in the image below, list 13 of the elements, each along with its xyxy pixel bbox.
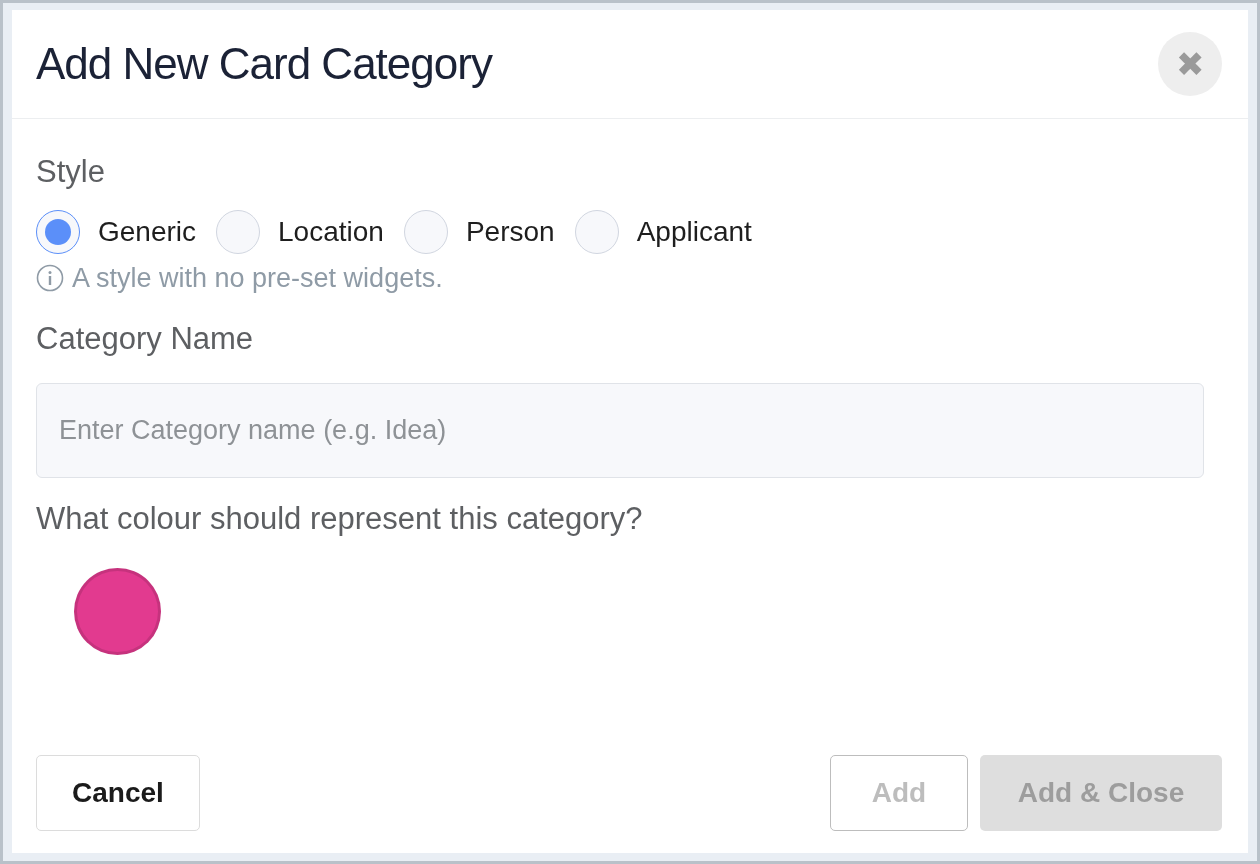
dialog-title: Add New Card Category [36, 37, 492, 90]
style-label: Style [36, 153, 106, 191]
radio-label[interactable]: Person [465, 210, 555, 253]
radio-button[interactable] [36, 209, 80, 254]
radio-label[interactable]: Generic [98, 210, 197, 253]
category-name-field[interactable]: Enter Category name (e.g. Idea) [36, 382, 1204, 478]
radio-label[interactable]: Applicant [636, 210, 752, 253]
category-name-label: Category Name [36, 320, 255, 358]
colour-label: What colour should represent this category? [36, 499, 644, 538]
info-icon [36, 263, 64, 292]
radio-label[interactable]: Location [278, 210, 384, 253]
hint-text: A style with no pre-set widgets. [72, 261, 443, 295]
action-button[interactable]: Cancel [36, 755, 200, 831]
